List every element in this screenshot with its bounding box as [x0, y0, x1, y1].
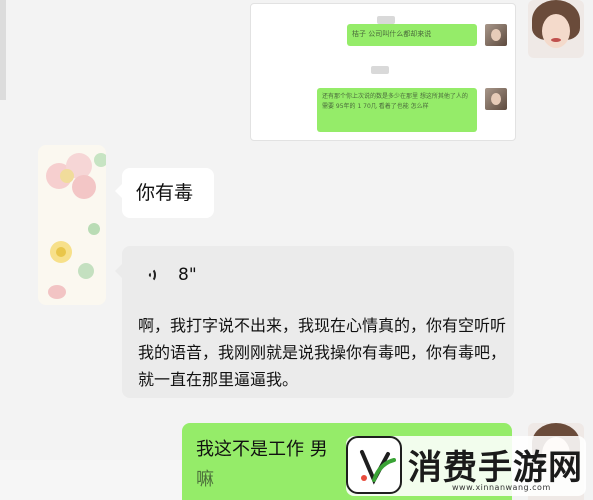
self-avatar[interactable]	[528, 0, 584, 58]
contact-avatar[interactable]	[38, 145, 106, 305]
voice-play-control[interactable]: 8"	[144, 262, 197, 288]
embedded-avatar-1	[485, 24, 507, 46]
timestamp-placeholder	[371, 66, 389, 74]
voice-duration: 8"	[178, 265, 197, 285]
watermark-logo-icon	[346, 436, 402, 494]
chat-window: 桔子 公司叫什么都却来说 还有那个你上次说的数是多少在那里 想这所其他了人的需要…	[0, 0, 593, 500]
embedded-avatar-2	[485, 88, 507, 110]
embedded-message-1: 桔子 公司叫什么都却来说	[347, 24, 477, 46]
voice-message[interactable]: 8" 啊，我打字说不出来，我现在心情真的，你有空听听我的语音，我刚刚就是说我操你…	[115, 246, 514, 398]
bottom-bar	[0, 460, 182, 500]
voice-transcript: 啊，我打字说不出来，我现在心情真的，你有空听听我的语音，我刚刚就是说我操你有毒吧…	[138, 316, 507, 389]
embedded-message-2: 还有那个你上次说的数是多少在那里 想这所其他了人的需要 95年的 1 70几 看…	[317, 88, 477, 132]
message-received[interactable]: 你有毒	[115, 168, 214, 218]
watermark: 消费手游网 www.xinnanwang.com	[346, 436, 586, 496]
watermark-title: 消费手游网	[408, 448, 583, 488]
watermark-url: www.xinnanwang.com	[452, 483, 551, 492]
voice-wave-icon	[144, 265, 164, 285]
embedded-chat-screenshot[interactable]: 桔子 公司叫什么都却来说 还有那个你上次说的数是多少在那里 想这所其他了人的需要…	[250, 3, 516, 141]
timestamp-placeholder	[377, 16, 395, 24]
scrollbar-track[interactable]	[0, 0, 6, 100]
